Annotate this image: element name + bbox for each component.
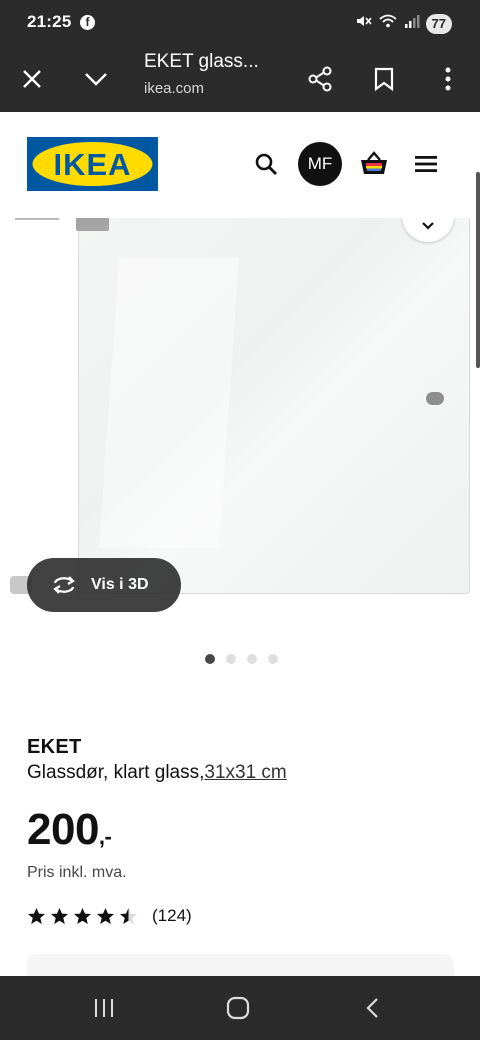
- chevron-down-icon: [422, 222, 434, 230]
- battery-icon: 77: [425, 13, 452, 34]
- door-knob: [426, 392, 444, 405]
- browser-toolbar: EKET glass... ikea.com: [0, 46, 480, 112]
- product-description: Glassdør, klart glass,31x31 cm: [27, 762, 287, 784]
- shopping-basket-icon: [361, 151, 387, 174]
- status-icons: 77: [354, 12, 452, 35]
- hinge-top: [76, 218, 109, 231]
- half-star-icon: [119, 907, 138, 925]
- product-rating[interactable]: (124): [27, 906, 192, 926]
- glass-reflection: [98, 258, 240, 548]
- basket-button[interactable]: [356, 146, 392, 182]
- more-options-button[interactable]: [428, 59, 468, 99]
- wifi-icon: [378, 12, 398, 35]
- search-icon: [255, 153, 277, 175]
- rating-stars: [27, 907, 138, 925]
- page-title: EKET glass...: [144, 51, 259, 72]
- view-3d-button[interactable]: Vis i 3D: [27, 558, 181, 612]
- menu-button[interactable]: [408, 146, 444, 182]
- page-domain: ikea.com: [144, 80, 205, 97]
- star-icon: [50, 907, 69, 925]
- close-button[interactable]: [12, 59, 52, 99]
- review-count: (124): [152, 906, 192, 925]
- price-value: 200: [27, 805, 99, 854]
- close-icon: [23, 70, 41, 88]
- product-image[interactable]: [78, 218, 470, 594]
- chevron-down-icon: [85, 73, 107, 86]
- home-button[interactable]: [218, 992, 258, 1024]
- carousel-dot-active[interactable]: [204, 654, 215, 664]
- minimize-button[interactable]: [76, 59, 116, 99]
- product-type: Glassdør, klart glass,: [27, 762, 205, 783]
- share-button[interactable]: [300, 59, 340, 99]
- mute-icon: [354, 12, 372, 35]
- price-note: Pris inkl. mva.: [27, 864, 127, 881]
- carousel-dot[interactable]: [246, 654, 257, 664]
- thumbnail-edge: [15, 218, 59, 220]
- signal-icon: [404, 13, 420, 34]
- hamburger-menu-icon: [415, 156, 437, 172]
- carousel-dot[interactable]: [267, 654, 278, 664]
- star-icon: [27, 907, 46, 925]
- status-time: 21:25: [27, 12, 72, 31]
- recent-apps-icon: [95, 999, 113, 1017]
- recent-apps-button[interactable]: [84, 992, 124, 1024]
- status-bar: 21:25 f 77: [0, 0, 480, 46]
- carousel-indicator: [0, 654, 480, 664]
- share-icon: [308, 66, 332, 92]
- ikea-logo[interactable]: IKEA: [27, 137, 158, 191]
- bookmark-icon: [374, 67, 394, 91]
- product-price: 200,-: [27, 805, 112, 855]
- price-suffix: ,-: [98, 824, 112, 849]
- search-button[interactable]: [248, 146, 284, 182]
- rotate-3d-icon: [53, 576, 75, 594]
- view-3d-label: Vis i 3D: [91, 576, 149, 593]
- scrollbar[interactable]: [476, 172, 480, 368]
- carousel-dot[interactable]: [225, 654, 236, 664]
- product-name: EKET: [27, 736, 82, 758]
- bookmark-button[interactable]: [364, 59, 404, 99]
- facebook-icon: f: [80, 15, 95, 30]
- product-size-link[interactable]: 31x31 cm: [204, 762, 286, 783]
- home-icon: [226, 996, 250, 1020]
- back-icon: [366, 998, 378, 1018]
- star-icon: [73, 907, 92, 925]
- back-button[interactable]: [352, 992, 392, 1024]
- more-vert-icon: [445, 67, 451, 91]
- user-avatar[interactable]: MF: [298, 142, 342, 186]
- svg-text:IKEA: IKEA: [53, 147, 131, 182]
- star-icon: [96, 907, 115, 925]
- system-nav-bar: [0, 976, 480, 1040]
- site-header: IKEA MF: [0, 112, 480, 218]
